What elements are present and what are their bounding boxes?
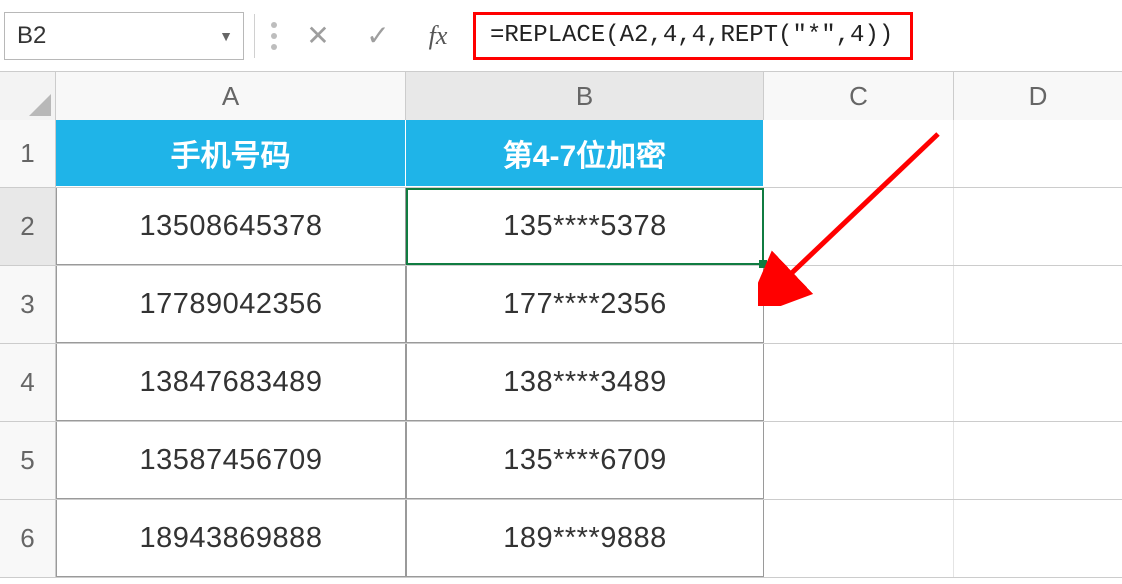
column-header-A[interactable]: A xyxy=(56,72,406,120)
cell[interactable] xyxy=(954,344,1122,421)
column-header-D[interactable]: D xyxy=(954,72,1122,120)
row-header-6[interactable]: 6 xyxy=(0,500,56,577)
cell-masked[interactable]: 177****2356 xyxy=(406,266,764,343)
divider xyxy=(254,14,255,58)
row-header-2[interactable]: 2 xyxy=(0,188,56,265)
formula-input[interactable]: =REPLACE(A2,4,4,REPT("*",4)) xyxy=(473,12,913,60)
name-box[interactable]: B2 ▼ xyxy=(4,12,244,60)
table-row: 2 13508645378 135****5378 xyxy=(0,188,1122,266)
formula-text: =REPLACE(A2,4,4,REPT("*",4)) xyxy=(490,22,893,49)
cell[interactable] xyxy=(954,422,1122,499)
cell-masked[interactable]: 189****9888 xyxy=(406,500,764,577)
accept-formula-button[interactable]: ✓ xyxy=(353,14,403,58)
cell-phone[interactable]: 13587456709 xyxy=(56,422,406,499)
table-row: 1 手机号码 第4-7位加密 xyxy=(0,120,1122,188)
cell[interactable] xyxy=(954,188,1122,265)
cell-masked[interactable]: 138****3489 xyxy=(406,344,764,421)
row-header-4[interactable]: 4 xyxy=(0,344,56,421)
drag-handle-icon[interactable] xyxy=(265,22,283,50)
cell-masked[interactable]: 135****6709 xyxy=(406,422,764,499)
table-row: 6 18943869888 189****9888 xyxy=(0,500,1122,578)
cell[interactable] xyxy=(764,344,954,421)
fx-icon: fx xyxy=(429,21,448,51)
cell[interactable] xyxy=(954,500,1122,577)
table-row: 5 13587456709 135****6709 xyxy=(0,422,1122,500)
fill-handle[interactable] xyxy=(759,260,767,268)
cell[interactable] xyxy=(954,266,1122,343)
table-row: 4 13847683489 138****3489 xyxy=(0,344,1122,422)
name-box-value: B2 xyxy=(17,22,46,50)
column-header-C[interactable]: C xyxy=(764,72,954,120)
cancel-formula-button[interactable]: ✕ xyxy=(293,14,343,58)
row-header-1[interactable]: 1 xyxy=(0,120,56,187)
column-headers: A B C D xyxy=(0,72,1122,120)
header-cell-masked[interactable]: 第4-7位加密 xyxy=(406,120,764,187)
row-header-3[interactable]: 3 xyxy=(0,266,56,343)
header-cell-phone[interactable]: 手机号码 xyxy=(56,120,406,187)
cell-value: 135****5378 xyxy=(503,210,667,243)
select-all-corner[interactable] xyxy=(0,72,56,120)
cell[interactable] xyxy=(764,266,954,343)
cell[interactable] xyxy=(764,500,954,577)
insert-function-button[interactable]: fx xyxy=(413,14,463,58)
cell[interactable] xyxy=(954,120,1122,187)
x-icon: ✕ xyxy=(306,19,329,52)
table-row: 3 17789042356 177****2356 xyxy=(0,266,1122,344)
check-icon: ✓ xyxy=(366,19,389,52)
row-header-5[interactable]: 5 xyxy=(0,422,56,499)
cell-phone[interactable]: 13847683489 xyxy=(56,344,406,421)
cell[interactable] xyxy=(764,120,954,187)
cell-masked-selected[interactable]: 135****5378 xyxy=(406,188,764,265)
formula-bar-area: B2 ▼ ✕ ✓ fx =REPLACE(A2,4,4,REPT("*",4)) xyxy=(0,0,1122,72)
cell[interactable] xyxy=(764,188,954,265)
cell[interactable] xyxy=(764,422,954,499)
cell-phone[interactable]: 17789042356 xyxy=(56,266,406,343)
column-header-B[interactable]: B xyxy=(406,72,764,120)
name-box-dropdown-icon[interactable]: ▼ xyxy=(219,28,233,44)
spreadsheet-grid: A B C D 1 手机号码 第4-7位加密 2 13508645378 135… xyxy=(0,72,1122,578)
cell-phone[interactable]: 18943869888 xyxy=(56,500,406,577)
cell-phone[interactable]: 13508645378 xyxy=(56,188,406,265)
